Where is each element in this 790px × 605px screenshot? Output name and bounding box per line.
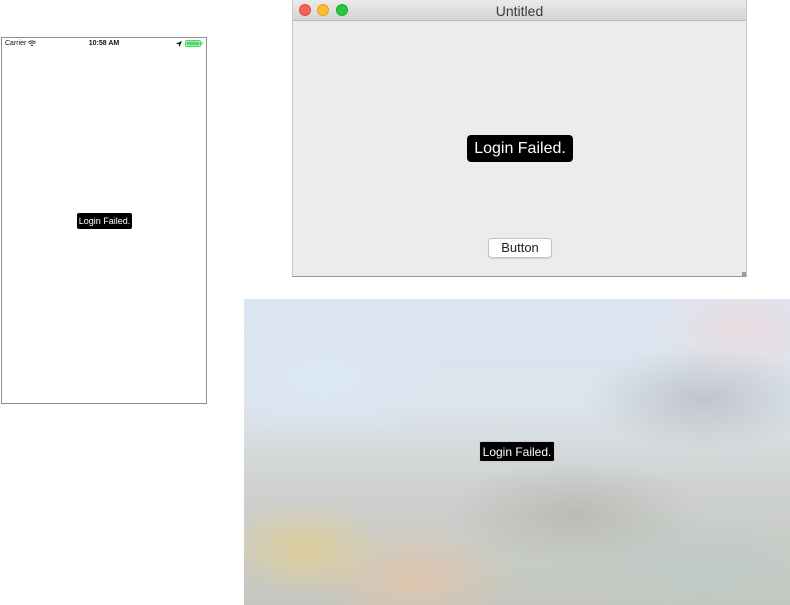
battery-icon [185,40,203,47]
ios-simulator-screen: Carrier 10:58 AM Login Failed. [1,37,207,404]
ios-status-bar: Carrier 10:58 AM [2,38,206,50]
tvos-screen: Login Failed. [244,299,790,605]
ios-login-failed-toast: Login Failed. [77,213,132,229]
location-icon [176,40,182,47]
tvos-login-failed-toast: Login Failed. [479,441,555,462]
push-button[interactable]: Button [488,238,552,258]
macos-login-failed-toast: Login Failed. [467,135,573,162]
window-title: Untitled [495,3,544,19]
window-titlebar[interactable]: Untitled [293,0,746,21]
resize-handle[interactable] [742,272,746,276]
macos-window: Untitled Login Failed. Button [292,0,747,277]
